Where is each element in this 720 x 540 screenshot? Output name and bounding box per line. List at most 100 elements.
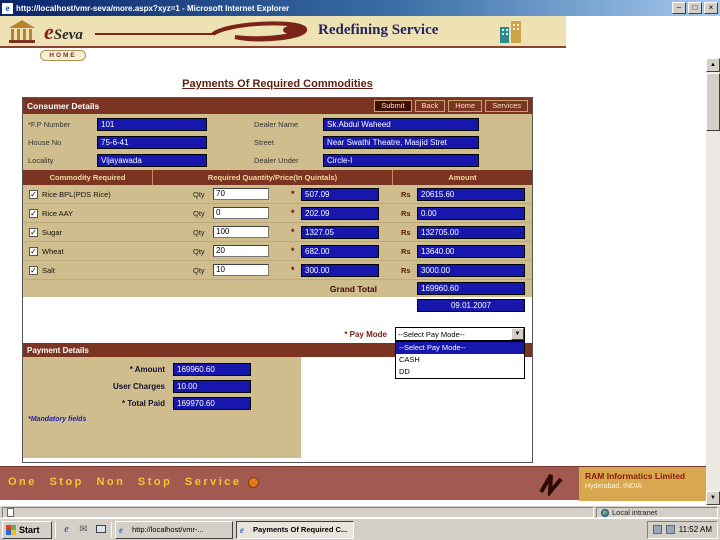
slogan: One Stop Non Stop Service (8, 476, 242, 488)
price-field[interactable]: 507.09 (301, 188, 379, 201)
tray-network-icon[interactable] (653, 525, 662, 534)
amount-field[interactable]: 3000.00 (417, 264, 525, 277)
pay-mode-label: * Pay Mode (344, 330, 387, 339)
eseva-temple-icon (8, 20, 36, 49)
qty-input[interactable]: 20 (213, 245, 269, 257)
amount-field[interactable]: 132705.00 (417, 226, 525, 239)
scroll-down-icon[interactable]: ▼ (706, 491, 720, 505)
pay-mode-selected: --Select Pay Mode-- (396, 330, 511, 339)
buildings-icon (498, 19, 524, 50)
col-qty-price: Required Quantity/Price(In Quintals) (153, 170, 393, 185)
payments-form: Consumer Details Submit Back Home Servic… (22, 97, 533, 463)
pay-mode-option[interactable]: DD (396, 366, 524, 378)
status-left-panel (2, 507, 594, 518)
commodity-name: Sugar (42, 228, 62, 237)
chevron-down-icon[interactable]: ▼ (511, 328, 524, 340)
tray-volume-icon[interactable] (666, 525, 675, 534)
ie-icon: e (2, 3, 13, 14)
amount-field[interactable]: 20615.60 (417, 188, 525, 201)
home-button[interactable]: HOME (40, 50, 86, 61)
scroll-up-icon[interactable]: ▲ (706, 58, 720, 72)
pay-mode-dropdown-list: --Select Pay Mode-- CASH DD (395, 341, 525, 379)
status-bar: Local intranet (0, 505, 720, 518)
close-button[interactable]: × (704, 2, 718, 14)
grand-total-field[interactable]: 169960.60 (417, 282, 525, 295)
total-paid-label: * Total Paid (23, 399, 173, 408)
qty-label: Qty (193, 247, 213, 256)
start-button[interactable]: Start (2, 521, 52, 539)
ie-icon: e (240, 525, 250, 535)
vertical-scrollbar[interactable]: ▲ ▼ (706, 58, 720, 505)
qty-input[interactable]: 10 (213, 264, 269, 276)
ie-icon: e (119, 525, 129, 535)
page-footer: One Stop Non Stop Service RAM Informatic… (0, 466, 720, 500)
home-nav-button[interactable]: Home (448, 100, 482, 112)
back-button[interactable]: Back (415, 100, 446, 112)
checkbox-rice-aay[interactable]: ✓ (29, 209, 38, 218)
amount-field[interactable]: 0.00 (417, 207, 525, 220)
taskbar-window-2[interactable]: e Payments Of Required C... (236, 521, 354, 539)
required-star: * (291, 208, 299, 218)
qty-label: Qty (193, 228, 213, 237)
scrollbar-thumb[interactable] (706, 73, 720, 131)
company-name: RAM Informatics Limited (585, 471, 711, 481)
minimize-button[interactable]: – (672, 2, 686, 14)
checkbox-wheat[interactable]: ✓ (29, 247, 38, 256)
window-title: http://localhost/vmr-seva/more.aspx?xyz=… (16, 4, 670, 13)
taskbar-window-1-label: http://localhost/vmr-... (132, 525, 204, 534)
commodity-name: Wheat (42, 247, 64, 256)
status-zone-panel: Local intranet (596, 507, 718, 518)
table-row: ✓ Rice AAY Qty 0 * 202.09 Rs 0.00 (23, 204, 532, 223)
date-field: 09.01.2007 (417, 299, 525, 312)
quicklaunch-desktop-icon[interactable] (93, 522, 108, 537)
table-row: ✓ Salt Qty 10 * 300.00 Rs 3000.00 (23, 261, 532, 280)
maximize-button[interactable]: □ (688, 2, 702, 14)
price-field[interactable]: 682.00 (301, 245, 379, 258)
dealer-name-field[interactable]: Sk.Abdul Waheed (323, 118, 479, 131)
locality-field[interactable]: Vijayawada (97, 154, 207, 167)
quicklaunch-ie-icon[interactable]: e (59, 522, 74, 537)
required-star: * (291, 227, 299, 237)
quicklaunch-mail-icon[interactable]: ✉ (76, 522, 91, 537)
checkbox-sugar[interactable]: ✓ (29, 228, 38, 237)
swoosh-graphic-icon (95, 20, 315, 51)
rs-label: Rs (401, 228, 415, 237)
table-row: ✓ Wheat Qty 20 * 682.00 Rs 13640.00 (23, 242, 532, 261)
amount-field[interactable]: 13640.00 (417, 245, 525, 258)
price-field[interactable]: 300.00 (301, 264, 379, 277)
taskbar: Start e ✉ e http://localhost/vmr-... e P… (0, 518, 720, 540)
payment-amount-field[interactable]: 169960.60 (173, 363, 251, 376)
checkbox-rice-bpl[interactable]: ✓ (29, 190, 38, 199)
street-field[interactable]: Near Swathi Theatre, Masjid Stret (323, 136, 479, 149)
total-paid-field[interactable]: 169970.60 (173, 397, 251, 410)
screen: e http://localhost/vmr-seva/more.aspx?xy… (0, 0, 720, 540)
commodity-rows: ✓ Rice BPL(PDS Rice) Qty 70 * 507.09 Rs … (23, 185, 532, 280)
system-tray: 11:52 AM (647, 521, 718, 539)
dealer-under-label: Dealer Under (249, 156, 323, 165)
pay-mode-select[interactable]: --Select Pay Mode-- ▼ (395, 327, 525, 341)
col-commodity: Commodity Required (23, 170, 153, 185)
user-charges-field[interactable]: 10.00 (173, 380, 251, 393)
price-field[interactable]: 202.09 (301, 207, 379, 220)
col-amount: Amount (393, 170, 532, 185)
house-no-field[interactable]: 75-6-41 (97, 136, 207, 149)
taskbar-window-1[interactable]: e http://localhost/vmr-... (115, 521, 233, 539)
qty-label: Qty (193, 190, 213, 199)
pay-mode-option[interactable]: --Select Pay Mode-- (396, 342, 524, 354)
pay-mode-option[interactable]: CASH (396, 354, 524, 366)
document-icon (7, 508, 14, 517)
qty-input[interactable]: 70 (213, 188, 269, 200)
required-star: * (291, 246, 299, 256)
consumer-details-title: Consumer Details (27, 101, 371, 111)
taskbar-divider (111, 522, 112, 538)
fp-number-field[interactable]: 101 (97, 118, 207, 131)
fp-number-label: *F.P Number (23, 120, 97, 129)
qty-input[interactable]: 100 (213, 226, 269, 238)
grand-total-label: Grand Total (330, 284, 377, 294)
dealer-under-field[interactable]: Circle-I (323, 154, 479, 167)
checkbox-salt[interactable]: ✓ (29, 266, 38, 275)
qty-input[interactable]: 0 (213, 207, 269, 219)
submit-button[interactable]: Submit (374, 100, 411, 112)
price-field[interactable]: 1327.05 (301, 226, 379, 239)
services-button[interactable]: Services (485, 100, 528, 112)
